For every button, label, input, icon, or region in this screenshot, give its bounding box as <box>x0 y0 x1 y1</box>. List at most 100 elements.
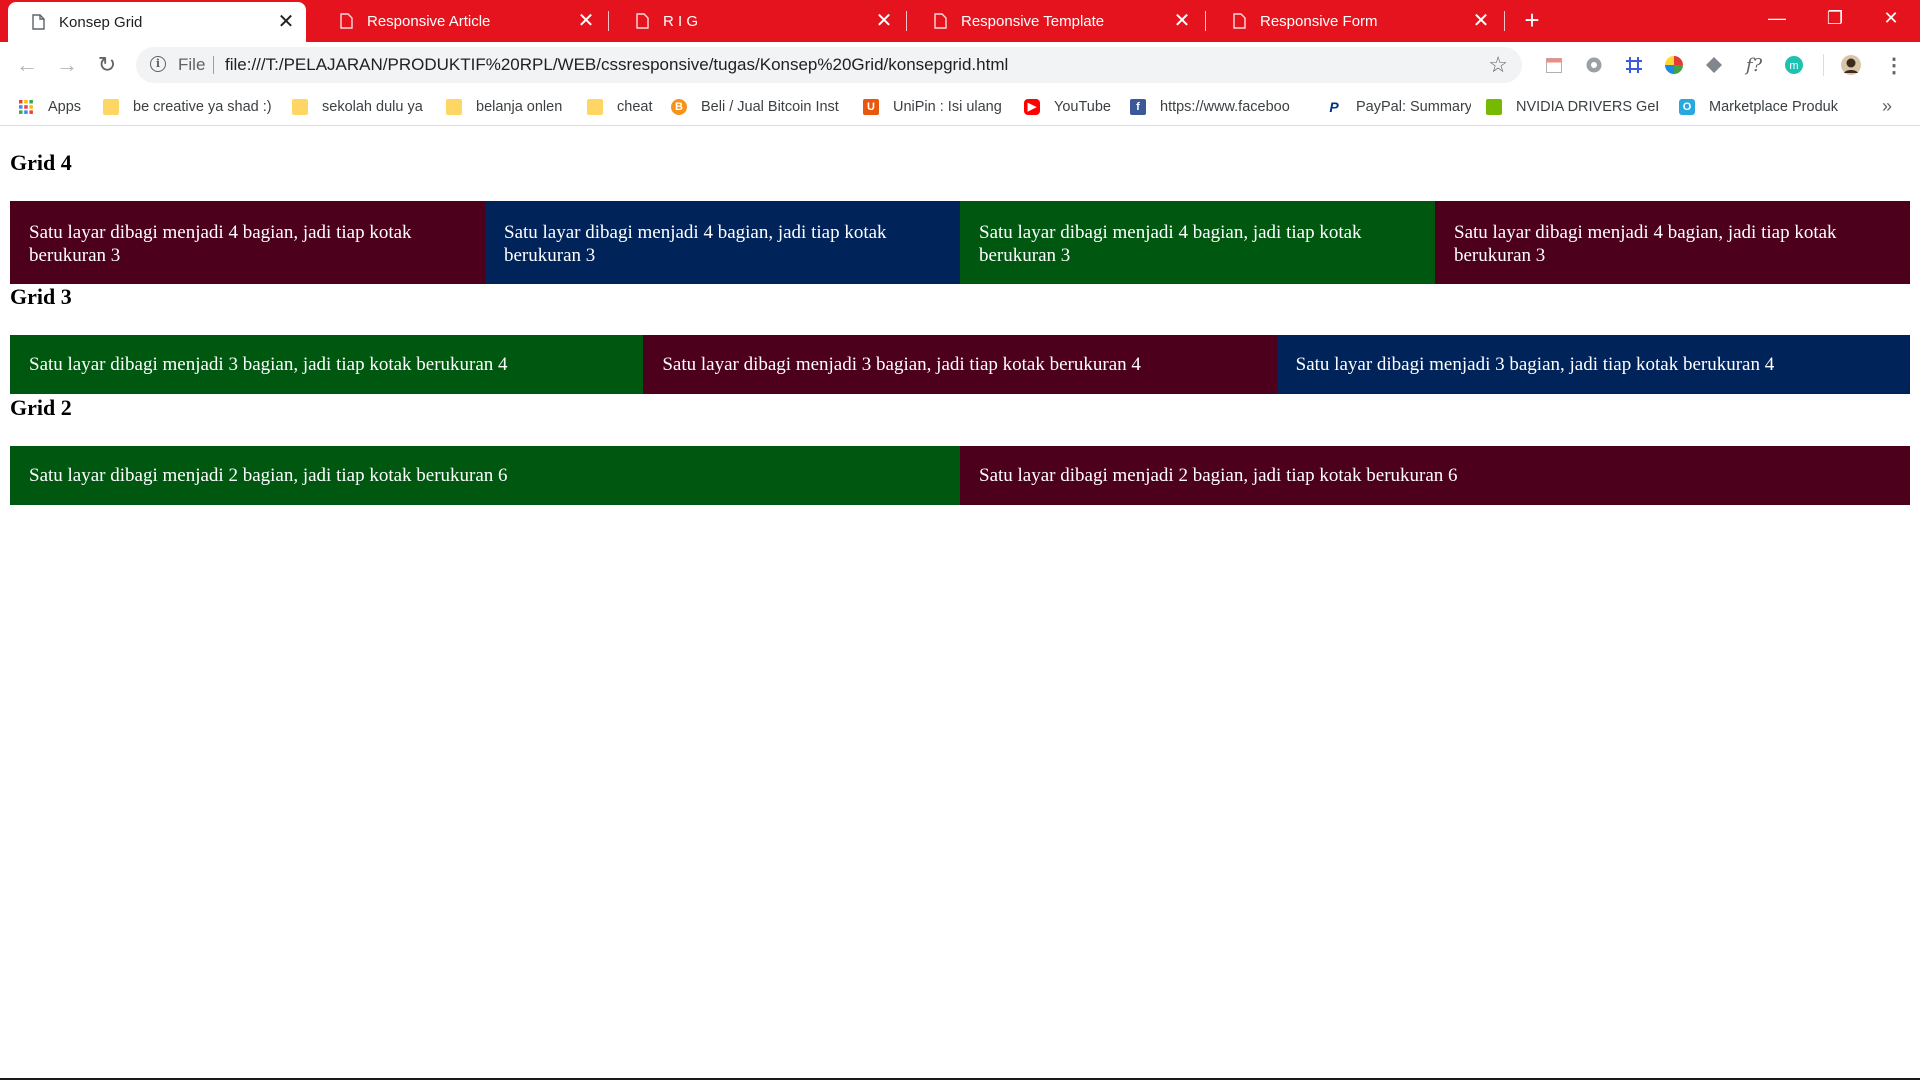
bookmark-star-icon[interactable]: ☆ <box>1488 47 1508 83</box>
tab-label: Konsep Grid <box>59 13 143 31</box>
grid4-box-2: Satu layar dibagi menjadi 4 bagian, jadi… <box>485 201 960 284</box>
bookmark-label: PayPal: Summary <box>1356 98 1471 115</box>
grid3-box-1: Satu layar dibagi menjadi 3 bagian, jadi… <box>10 335 644 394</box>
grid3-box-3: Satu layar dibagi menjadi 3 bagian, jadi… <box>1276 335 1910 394</box>
new-tab-plus-icon[interactable]: + <box>1520 7 1544 34</box>
grid4-row: Satu layar dibagi menjadi 4 bagian, jadi… <box>10 201 1910 284</box>
tab-close-icon[interactable]: ✕ <box>576 11 596 31</box>
grid4-box-3: Satu layar dibagi menjadi 4 bagian, jadi… <box>960 201 1435 284</box>
back-arrow-icon[interactable]: ← <box>13 51 41 79</box>
profile-avatar-icon[interactable] <box>1840 54 1862 76</box>
bookmark-label: https://www.faceboo <box>1160 98 1290 115</box>
extension-colorwheel-icon[interactable] <box>1663 54 1685 76</box>
grid2-box-1: Satu layar dibagi menjadi 2 bagian, jadi… <box>10 446 960 505</box>
grid4-heading: Grid 4 <box>10 150 72 175</box>
bookmark-folder-sekolah[interactable]: sekolah dulu ya <box>292 88 432 125</box>
bookmark-bitcoin[interactable]: B Beli / Jual Bitcoin Inst <box>671 88 841 125</box>
omnibox-divider <box>213 56 214 74</box>
bookmark-youtube[interactable]: ▶ YouTube <box>1024 88 1124 125</box>
info-icon[interactable]: i <box>150 56 166 72</box>
bookmark-marketplace[interactable]: O Marketplace Produk <box>1679 88 1855 125</box>
bookmark-label: Beli / Jual Bitcoin Inst <box>701 98 839 115</box>
grid4-box-4: Satu layar dibagi menjadi 4 bagian, jadi… <box>1435 201 1910 284</box>
bookmark-nvidia[interactable]: NVIDIA DRIVERS GeF <box>1486 88 1658 125</box>
extension-grid-icon[interactable] <box>1623 54 1645 76</box>
tab-label: Responsive Article <box>367 12 491 30</box>
bookmarks-overflow-icon[interactable]: » <box>1882 88 1892 124</box>
bookmark-apps[interactable]: Apps <box>18 88 88 125</box>
browser-toolbar: ← → ↻ i File file:///T:/PELAJARAN/PRODUK… <box>0 42 1920 88</box>
marketplace-icon: O <box>1679 98 1695 115</box>
bookmark-label: Marketplace Produk <box>1709 98 1838 115</box>
bookmark-label: UniPin : Isi ulang <box>893 98 1002 115</box>
close-window-icon[interactable]: ✕ <box>1862 0 1920 36</box>
page-icon <box>32 14 45 30</box>
folder-icon <box>446 98 462 115</box>
extension-teal-icon[interactable]: m <box>1783 54 1805 76</box>
tab-responsive-form[interactable]: Responsive Form ✕ <box>1209 0 1501 42</box>
tab-close-icon[interactable]: ✕ <box>874 11 894 31</box>
bookmark-unipin[interactable]: U UniPin : Isi ulang <box>863 88 1013 125</box>
folder-icon <box>292 98 308 115</box>
grid4-box-1: Satu layar dibagi menjadi 4 bagian, jadi… <box>10 201 485 284</box>
svg-text:m: m <box>1789 60 1798 72</box>
bookmark-label: NVIDIA DRIVERS GeF <box>1516 98 1658 115</box>
tab-label: Responsive Form <box>1260 12 1378 30</box>
unipin-icon: U <box>863 98 879 115</box>
minimize-icon[interactable]: — <box>1748 0 1806 36</box>
forward-arrow-icon[interactable]: → <box>53 51 81 79</box>
folder-icon <box>103 98 119 115</box>
tab-separator <box>1205 11 1206 31</box>
bookmark-folder-belanja[interactable]: belanja onlen <box>446 88 576 125</box>
url-text[interactable]: file:///T:/PELAJARAN/PRODUKTIF%20RPL/WEB… <box>225 47 1008 83</box>
bookmark-label: sekolah dulu ya <box>322 98 423 115</box>
bookmark-label: belanja onlen <box>476 98 563 115</box>
tab-strip: Konsep Grid ✕ Responsive Article ✕ R I G… <box>0 0 1920 42</box>
apps-grid-icon <box>19 99 33 114</box>
page-content: Grid 4 Satu layar dibagi menjadi 4 bagia… <box>0 126 1920 1080</box>
bookmark-label: YouTube <box>1054 98 1111 115</box>
extension-layers-icon[interactable] <box>1703 54 1725 76</box>
address-bar[interactable]: i File file:///T:/PELAJARAN/PRODUKTIF%20… <box>136 47 1522 83</box>
bitcoin-icon: B <box>671 98 687 115</box>
extension-gear-icon[interactable] <box>1583 54 1605 76</box>
page-icon <box>636 13 649 29</box>
extension-calendar-icon[interactable] <box>1543 54 1565 76</box>
reload-icon[interactable]: ↻ <box>93 51 121 79</box>
tab-separator <box>1504 11 1505 31</box>
nvidia-icon <box>1486 98 1502 115</box>
grid2-box-2: Satu layar dibagi menjadi 2 bagian, jadi… <box>960 446 1910 505</box>
restore-icon[interactable]: ❐ <box>1806 0 1864 36</box>
tab-close-icon[interactable]: ✕ <box>1172 11 1192 31</box>
page-icon <box>1233 13 1246 29</box>
grid2-heading: Grid 2 <box>10 395 72 420</box>
bookmark-folder-cheat[interactable]: cheat <box>587 88 663 125</box>
bookmark-folder-be-creative[interactable]: be creative ya shad :) <box>103 88 278 125</box>
toolbar-divider <box>1823 54 1824 76</box>
grid3-heading: Grid 3 <box>10 284 72 309</box>
folder-icon <box>587 98 603 115</box>
tab-separator <box>906 11 907 31</box>
facebook-icon: f <box>1130 98 1146 115</box>
grid2-row: Satu layar dibagi menjadi 2 bagian, jadi… <box>10 446 1910 505</box>
page-icon <box>934 13 947 29</box>
bookmark-label: be creative ya shad :) <box>133 98 272 115</box>
tab-rig[interactable]: R I G ✕ <box>612 0 904 42</box>
bookmark-facebook[interactable]: f https://www.faceboo <box>1130 88 1300 125</box>
bookmark-label: cheat <box>617 98 653 115</box>
grid3-box-2: Satu layar dibagi menjadi 3 bagian, jadi… <box>643 335 1277 394</box>
bookmark-label: Apps <box>48 98 82 115</box>
tab-responsive-template[interactable]: Responsive Template ✕ <box>910 0 1202 42</box>
tab-konsep-grid[interactable]: Konsep Grid ✕ <box>8 2 306 42</box>
scheme-label: File <box>178 55 206 74</box>
paypal-icon: P <box>1326 98 1342 115</box>
tab-close-icon[interactable]: ✕ <box>1471 11 1491 31</box>
bookmark-paypal[interactable]: P PayPal: Summary <box>1326 88 1471 125</box>
tab-close-icon[interactable]: ✕ <box>276 12 296 32</box>
menu-dots-icon[interactable]: ⋮ <box>1883 54 1905 77</box>
bookmarks-bar: Apps be creative ya shad :) sekolah dulu… <box>0 88 1920 126</box>
page-icon <box>340 13 353 29</box>
extension-formula-icon[interactable]: f? <box>1743 54 1765 76</box>
tab-responsive-article[interactable]: Responsive Article ✕ <box>316 0 606 42</box>
tab-label: Responsive Template <box>961 12 1105 30</box>
